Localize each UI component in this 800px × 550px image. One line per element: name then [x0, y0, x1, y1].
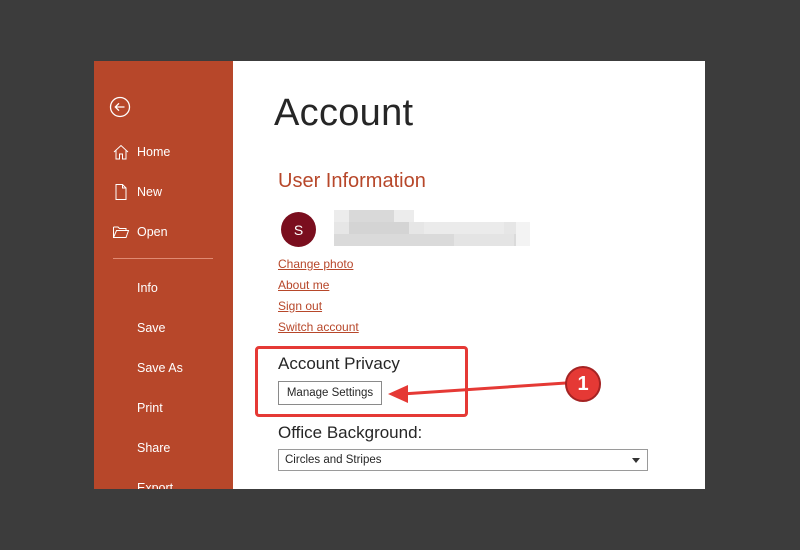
open-folder-icon	[113, 226, 130, 238]
new-document-icon	[115, 184, 127, 200]
annotation-step-badge: 1	[565, 366, 601, 402]
sidebar-item-share[interactable]: Share	[94, 433, 233, 463]
sign-out-link[interactable]: Sign out	[278, 299, 322, 313]
sidebar-item-home[interactable]: Home	[94, 137, 233, 167]
user-information-heading: User Information	[278, 170, 426, 192]
annotation-step-number: 1	[577, 372, 589, 395]
sidebar-item-label: Save	[137, 321, 166, 335]
sidebar-item-save[interactable]: Save	[94, 313, 233, 343]
about-me-link[interactable]: About me	[278, 278, 329, 292]
account-page: Account User Information S Change photo …	[233, 61, 705, 489]
sidebar-item-label: Print	[137, 401, 163, 415]
page-title: Account	[274, 92, 414, 134]
sidebar-item-save-as[interactable]: Save As	[94, 353, 233, 383]
office-background-heading: Office Background:	[278, 423, 423, 442]
sidebar-item-print[interactable]: Print	[94, 393, 233, 423]
backstage-window: Home New Open Info Save Save As Print Sh…	[94, 61, 705, 489]
sidebar-item-label: New	[137, 185, 163, 199]
avatar-initial: S	[293, 221, 304, 238]
sidebar-item-info[interactable]: Info	[94, 273, 233, 303]
sidebar-item-label: Export	[137, 481, 174, 489]
office-background-select[interactable]: Circles and Stripes	[278, 449, 648, 471]
sidebar-item-label: Home	[137, 145, 171, 159]
back-arrow-circle-icon[interactable]	[109, 96, 131, 118]
redacted-user-name	[334, 210, 530, 246]
sidebar-item-export[interactable]: Export	[94, 473, 233, 489]
sidebar-item-new[interactable]: New	[94, 177, 233, 207]
annotation-highlight-box	[255, 346, 468, 417]
avatar: S	[281, 212, 316, 247]
sidebar-item-label: Open	[137, 225, 168, 239]
sidebar-item-label: Share	[137, 441, 171, 455]
sidebar-item-label: Info	[137, 281, 158, 295]
chevron-down-icon	[632, 458, 640, 463]
sidebar-item-open[interactable]: Open	[94, 217, 233, 247]
home-icon	[113, 144, 129, 160]
change-photo-link[interactable]: Change photo	[278, 257, 353, 271]
office-background-value: Circles and Stripes	[285, 454, 382, 466]
backstage-sidebar: Home New Open Info Save Save As Print Sh…	[94, 61, 233, 489]
sidebar-item-label: Save As	[137, 361, 183, 375]
switch-account-link[interactable]: Switch account	[278, 320, 359, 334]
sidebar-divider	[113, 258, 213, 259]
